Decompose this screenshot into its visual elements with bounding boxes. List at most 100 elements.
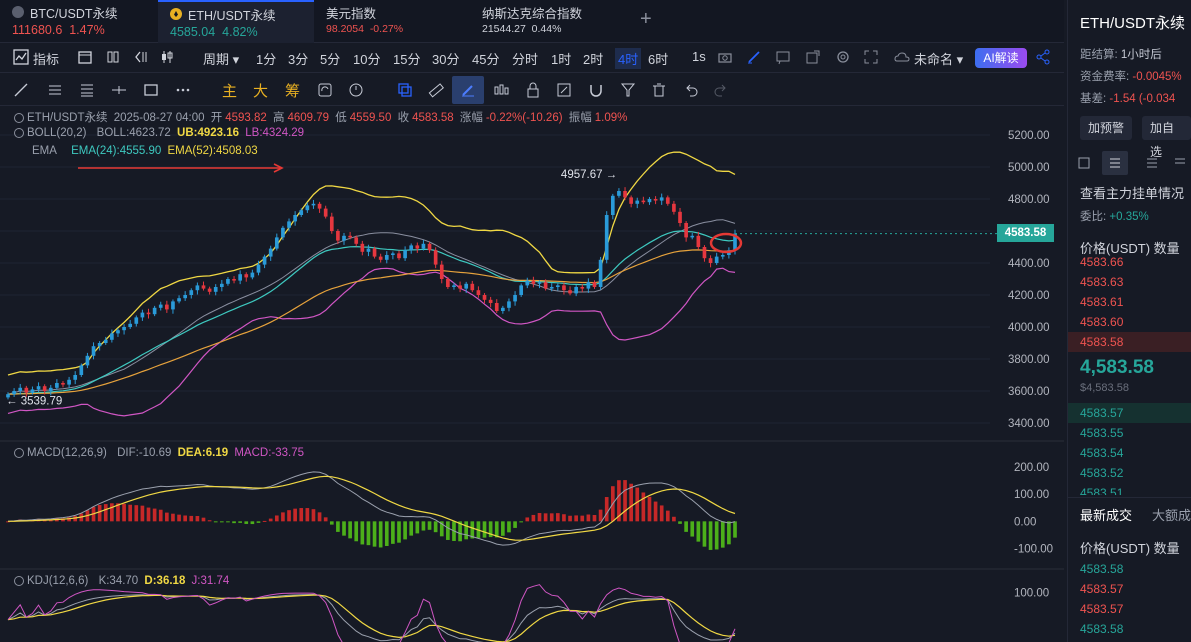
ohlc-legend: ETH/USDT永续 2025-08-27 04:00 开 4593.82 高 46… — [0, 109, 630, 125]
boll-eye-icon[interactable] — [14, 127, 24, 138]
sync-icon[interactable] — [316, 81, 334, 99]
add-alert-button[interactable]: 加预警 — [1080, 116, 1133, 140]
interval-0[interactable]: 1分 — [256, 49, 276, 68]
orderbook-split-icon — [1110, 158, 1120, 168]
orderbook-asks-icon[interactable] — [1172, 155, 1188, 171]
more-icon[interactable] — [174, 81, 192, 99]
filter-icon[interactable] — [619, 81, 637, 99]
legend-amp-label: 振幅 — [568, 112, 592, 124]
ask-row[interactable]: 4583.66 — [1068, 252, 1191, 272]
chart-area[interactable]: 4957.67 → ← 3539.79 5200.00 5000.00 4800.00 4… — [0, 107, 1064, 642]
period-dropdown[interactable]: 周期 ▾ — [203, 49, 239, 68]
big-trades-tab[interactable]: 大额成 — [1152, 505, 1191, 524]
trendline-icon[interactable] — [12, 81, 30, 99]
bid-row[interactable]: 4583.51 — [1068, 483, 1191, 495]
interval-5[interactable]: 30分 — [432, 49, 459, 68]
candle-type-icon[interactable] — [158, 48, 176, 66]
interval-6[interactable]: 45分 — [472, 49, 499, 68]
bid-row[interactable]: 4583.57 — [1068, 403, 1191, 423]
fullscreen-icon[interactable] — [862, 48, 880, 66]
interval-9[interactable]: 2时 — [583, 49, 603, 68]
trash-icon[interactable] — [650, 81, 668, 99]
candle-body — [61, 383, 65, 385]
redo-icon[interactable] — [712, 81, 730, 99]
undo-icon[interactable] — [682, 81, 700, 99]
interval-1[interactable]: 3分 — [288, 49, 308, 68]
trades-tab[interactable]: 最新成交 — [1080, 505, 1132, 524]
interval-11[interactable]: 6时 — [648, 49, 668, 68]
candle-body — [708, 258, 713, 263]
tab-eth[interactable]: ETH/USDT永续 4585.04 4.82% — [158, 0, 314, 43]
indicator-icon[interactable] — [12, 48, 30, 66]
chip-tool[interactable]: 筹 — [285, 80, 300, 101]
bid-row[interactable]: 4583.55 — [1068, 423, 1191, 443]
pen-icon[interactable] — [745, 48, 763, 66]
indicator-button[interactable]: 指标 — [33, 49, 59, 68]
pen-tool-icon[interactable] — [459, 81, 477, 99]
edit-doc-icon[interactable] — [555, 81, 573, 99]
horizontal-line-icon[interactable] — [110, 81, 128, 99]
depth-title[interactable]: 查看主力挂单情况 — [1080, 183, 1184, 202]
interval-8[interactable]: 1时 — [551, 49, 571, 68]
bid-row[interactable]: 4583.52 — [1068, 463, 1191, 483]
orderbook-bids-icon[interactable] — [1144, 155, 1160, 171]
fib-icon[interactable] — [78, 81, 96, 99]
candle-body — [18, 387, 23, 391]
funding-label: 资金费率: — [1080, 71, 1130, 83]
legend-low: 4559.50 — [349, 112, 392, 124]
interval-3[interactable]: 10分 — [353, 49, 380, 68]
orderbook-view-active[interactable] — [1102, 151, 1128, 175]
candle-body — [183, 295, 188, 299]
ema24: EMA(24):4555.90 — [71, 145, 162, 157]
candle-body — [714, 256, 719, 263]
rectangle-icon[interactable] — [142, 81, 160, 99]
boll-name: BOLL(20,2) — [27, 127, 87, 139]
replay-icon[interactable] — [132, 48, 150, 66]
parallel-lines-icon[interactable] — [46, 81, 64, 99]
comment-icon[interactable] — [774, 48, 792, 66]
main-force-tool[interactable]: 主 — [222, 80, 237, 101]
orderbook-both-icon[interactable] — [1076, 155, 1092, 171]
candle-body — [384, 255, 389, 260]
camera-icon[interactable] — [716, 48, 734, 66]
bid-row[interactable]: 4583.54 — [1068, 443, 1191, 463]
export-icon[interactable] — [804, 48, 822, 66]
interval-7[interactable]: 分时 — [512, 49, 538, 68]
ruler-icon[interactable] — [427, 81, 445, 99]
ask-row[interactable]: 4583.63 — [1068, 272, 1191, 292]
macd-histogram-bar — [274, 515, 279, 522]
tab-nasdaq[interactable]: 纳斯达克综合指数 21544.27 0.44% — [470, 0, 630, 43]
ai-analysis-button[interactable]: AI解读 — [975, 48, 1027, 68]
settings-icon[interactable] — [834, 48, 852, 66]
tab-dxy[interactable]: 美元指数 98.2054 -0.27% — [314, 0, 470, 43]
ask-row[interactable]: 4583.60 — [1068, 312, 1191, 332]
macd-eye-icon[interactable] — [14, 447, 24, 458]
magnet-icon[interactable] — [587, 81, 605, 99]
interval-12[interactable]: 1s — [692, 49, 706, 64]
interval-4[interactable]: 15分 — [393, 49, 420, 68]
candle-tool-icon[interactable] — [492, 81, 510, 99]
lock-icon[interactable] — [524, 81, 542, 99]
kdj-eye-icon[interactable] — [14, 575, 24, 586]
copy-icon[interactable] — [396, 81, 414, 99]
macd-histogram-bar — [720, 521, 725, 548]
candle-body — [452, 285, 456, 287]
tab-btc[interactable]: BTC/USDT永续 111680.6 1.47% — [0, 0, 158, 43]
layout-icon[interactable] — [104, 48, 122, 66]
calendar-icon[interactable] — [76, 48, 94, 66]
ask-row[interactable]: 4583.58 — [1068, 332, 1191, 352]
macd-histogram-bar — [165, 512, 169, 522]
add-tab-icon[interactable]: + — [640, 8, 652, 31]
ask-row[interactable]: 4583.61 — [1068, 292, 1191, 312]
interval-10[interactable]: 4时 — [615, 48, 642, 69]
add-favorite-button[interactable]: 加自选 — [1142, 116, 1191, 159]
layout-name-dropdown[interactable]: 未命名 ▾ — [914, 49, 963, 68]
macd-histogram-bar — [219, 521, 224, 523]
timer-icon[interactable] — [347, 81, 365, 99]
eye-icon[interactable] — [14, 112, 24, 123]
share-icon[interactable] — [1034, 48, 1052, 66]
big-order-tool[interactable]: 大 — [253, 80, 268, 101]
chart-canvas[interactable]: 4957.67 → ← 3539.79 5200.00 5000.00 4800.00 4… — [0, 107, 1064, 642]
interval-2[interactable]: 5分 — [320, 49, 340, 68]
tab-nasdaq-change: 0.44% — [531, 23, 562, 35]
